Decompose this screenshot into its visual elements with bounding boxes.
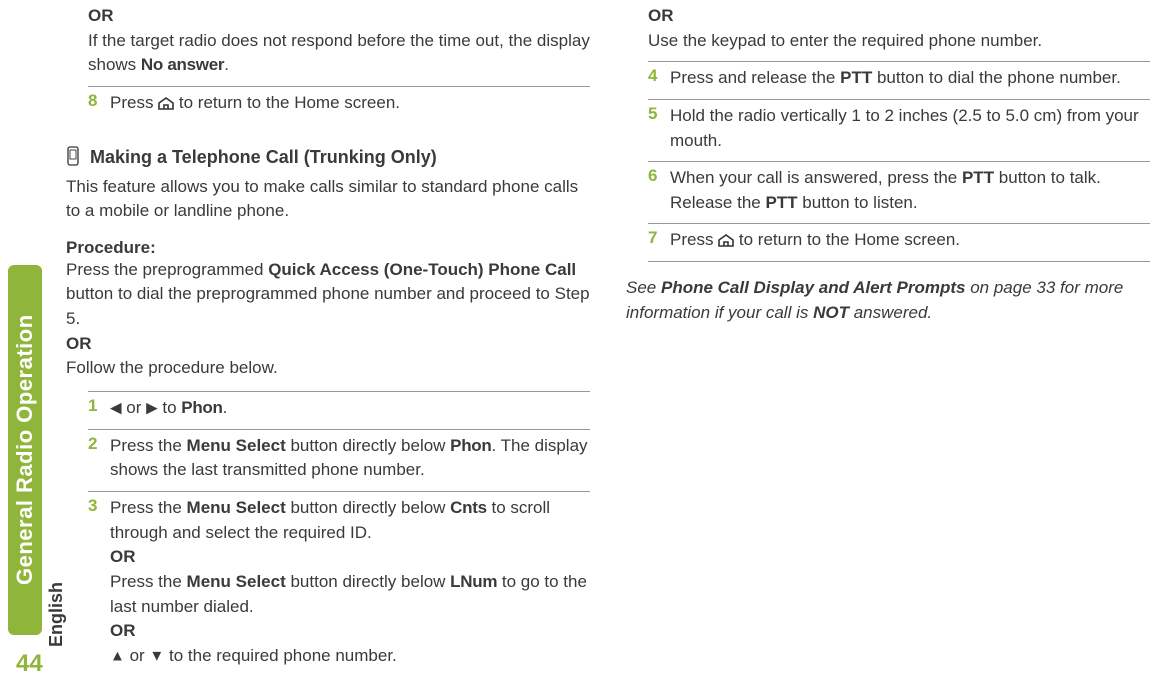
or-text-right: OR	[648, 6, 674, 25]
procedure-label: Procedure:	[66, 238, 590, 258]
display-term-phon-2: Phon	[450, 436, 491, 455]
or-text: OR	[88, 6, 114, 25]
chapter-label: General Radio Operation	[12, 315, 38, 586]
step-4-body: Press and release the PTT button to dial…	[664, 66, 1150, 91]
continuation-block-right: OR Use the keypad to enter the required …	[648, 4, 1150, 61]
step-1-num: 1	[88, 396, 104, 416]
right-column: OR Use the keypad to enter the required …	[626, 4, 1150, 676]
left-column: OR If the target radio does not respond …	[66, 4, 590, 676]
step-7-body: Press to return to the Home screen.	[664, 228, 1150, 253]
step-5-row: 5 Hold the radio vertically 1 to 2 inche…	[648, 99, 1150, 161]
step-3-num: 3	[88, 496, 104, 516]
step-6-row: 6 When your call is answered, press the …	[648, 161, 1150, 223]
procedure-or: OR	[66, 334, 92, 353]
right-arrow-icon: ▶	[146, 400, 158, 417]
continuation-block: OR If the target radio does not respond …	[88, 4, 590, 86]
step-2-num: 2	[88, 434, 104, 454]
step-2-body: Press the Menu Select button directly be…	[104, 434, 590, 483]
step-8-body: Press to return to the Home screen.	[104, 91, 590, 116]
home-icon-2	[718, 230, 734, 249]
language-label: English	[46, 582, 67, 647]
display-term-phon: Phon	[181, 398, 222, 417]
quick-access-bold: Quick Access (One-Touch) Phone Call	[268, 260, 576, 279]
section-title: Making a Telephone Call (Trunking Only)	[90, 147, 437, 168]
display-term-cnts: Cnts	[450, 498, 487, 517]
note-bold-not: NOT	[813, 303, 849, 322]
step-8-num: 8	[88, 91, 104, 111]
lead-text: If the target radio does not respond bef…	[88, 31, 590, 75]
step-8-row: 8 Press to return to the Home screen.	[88, 86, 590, 124]
step-7-row: 7 Press to return to the Home screen.	[648, 223, 1150, 262]
section-heading: Making a Telephone Call (Trunking Only)	[66, 146, 590, 169]
phone-section-icon	[66, 146, 80, 169]
step-4-num: 4	[648, 66, 664, 86]
step-4-row: 4 Press and release the PTT button to di…	[648, 61, 1150, 99]
lead-text-right: Use the keypad to enter the required pho…	[648, 31, 1042, 50]
page-root: General Radio Operation 44 English OR If…	[0, 0, 1166, 696]
up-arrow-icon: ▲	[110, 647, 125, 664]
chapter-side-tab: General Radio Operation	[8, 265, 42, 635]
step-3-body: Press the Menu Select button directly be…	[104, 496, 590, 668]
step-1-row: 1 ◀ or ▶ to Phon.	[88, 391, 590, 429]
step-5-num: 5	[648, 104, 664, 124]
step-5-body: Hold the radio vertically 1 to 2 inches …	[664, 104, 1150, 153]
step-7-num: 7	[648, 228, 664, 248]
note-bold-1: Phone Call Display and Alert Prompts	[661, 278, 966, 297]
page-number: 44	[16, 650, 43, 678]
footer-note: See Phone Call Display and Alert Prompts…	[626, 276, 1150, 325]
display-term-no-answer: No answer	[141, 55, 224, 74]
procedure-body: Press the preprogrammed Quick Access (On…	[66, 258, 590, 381]
ptt-bold: PTT	[840, 68, 872, 87]
down-arrow-icon: ▼	[149, 647, 164, 664]
section-intro: This feature allows you to make calls si…	[66, 175, 590, 224]
step-1-body: ◀ or ▶ to Phon.	[104, 396, 590, 421]
step-6-body: When your call is answered, press the PT…	[664, 166, 1150, 215]
step-6-num: 6	[648, 166, 664, 186]
step-3-row: 3 Press the Menu Select button directly …	[88, 491, 590, 676]
display-term-lnum: LNum	[450, 572, 497, 591]
step-2-row: 2 Press the Menu Select button directly …	[88, 429, 590, 491]
home-icon	[158, 93, 174, 112]
left-arrow-icon: ◀	[110, 400, 122, 417]
